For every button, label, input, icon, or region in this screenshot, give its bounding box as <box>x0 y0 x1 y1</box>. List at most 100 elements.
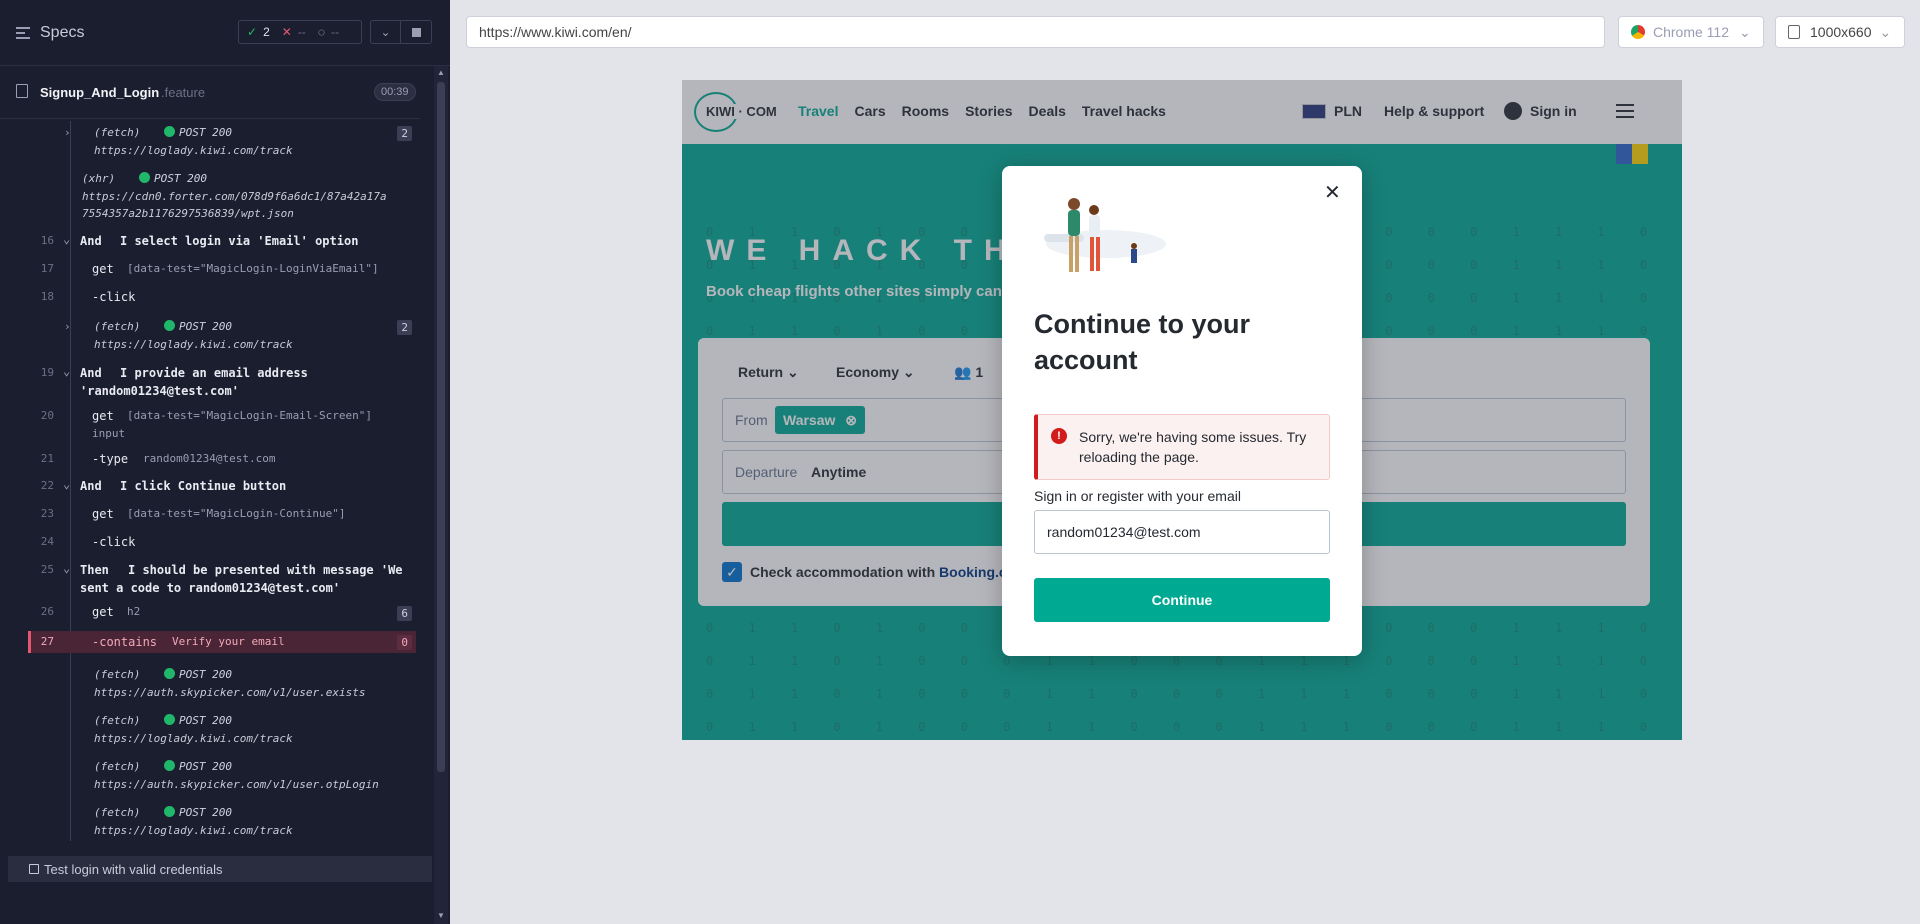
fetch-kind: (fetch) <box>94 806 141 819</box>
command-row-26[interactable]: 26 get h2 6 <box>28 602 416 624</box>
fetch-kind: (fetch) <box>94 760 141 773</box>
fetch-count: 2 <box>397 320 412 335</box>
email-input[interactable]: random01234@test.com <box>1034 510 1330 554</box>
step-keyword: And <box>80 479 102 493</box>
pending-count: -- <box>330 25 339 39</box>
check-icon: ✓ <box>247 25 258 39</box>
fetch-method: POST 200 <box>179 806 232 819</box>
fetch-url: https://auth.skypicker.com/v1/user.otpLo… <box>94 778 379 791</box>
step-text: I provide an email address <box>120 366 308 380</box>
close-icon[interactable]: ✕ <box>1324 180 1341 205</box>
step-text-line2: sent a code to random01234@test.com' <box>80 581 341 595</box>
line-number: 16 <box>40 234 54 247</box>
scroll-down-arrow[interactable]: ▼ <box>437 911 445 920</box>
command-name: get <box>92 605 114 619</box>
line-number: 18 <box>40 290 54 303</box>
status-dot-icon <box>164 760 175 771</box>
command-row-18[interactable]: 18 -click <box>28 287 416 309</box>
fetch-kind: (fetch) <box>94 714 141 727</box>
line-number: 24 <box>40 535 54 548</box>
line-number: 23 <box>40 507 54 520</box>
step-row-19[interactable]: 19 ⌄ And I provide an email address 'ran… <box>28 363 416 399</box>
command-row-20[interactable]: 20 get [data-test="MagicLogin-Email-Scre… <box>28 406 416 444</box>
step-row-22[interactable]: 22 ⌄ And I click Continue button <box>28 476 416 496</box>
fetch-count: 2 <box>397 126 412 141</box>
command-name: -contains <box>92 635 158 649</box>
specs-label[interactable]: Specs <box>40 24 84 42</box>
step-text-line2: 'random01234@test.com' <box>80 384 239 398</box>
login-modal: ✕ Continue to your account ! Sorry, we'r… <box>1002 166 1362 656</box>
command-name: get <box>92 507 114 521</box>
viewport-label: 1000x660 <box>1810 24 1872 40</box>
command-name: get <box>92 409 114 423</box>
status-dot-icon <box>164 126 175 137</box>
command-name: -click <box>92 290 136 304</box>
fetch-url: https://loglady.kiwi.com/track <box>94 824 293 837</box>
chevron-down-icon[interactable]: ⌄ <box>371 21 401 43</box>
command-row-24[interactable]: 24 -click <box>28 532 416 554</box>
browser-label: Chrome 112 <box>1653 24 1730 40</box>
spec-file-name: Signup_And_Login <box>40 85 160 100</box>
fetch-kind: (fetch) <box>94 320 141 333</box>
pending-icon: ◌ <box>317 25 325 39</box>
app-frame: KIWI · COM Travel Cars Rooms Stories Dea… <box>682 80 1682 740</box>
step-row-25[interactable]: 25 ⌄ Then I should be presented with mes… <box>28 560 416 596</box>
email-label: Sign in or register with your email <box>1034 488 1241 504</box>
command-row-27-failed[interactable]: 27 -contains Verify your email 0 <box>28 631 416 653</box>
chrome-icon <box>1631 25 1645 39</box>
viewport-selector[interactable]: 1000x660 ⌄ <box>1775 16 1905 48</box>
command-row-fetch[interactable]: (fetch) POST 200 https://loglady.kiwi.co… <box>28 803 416 843</box>
command-row-fetch[interactable]: (fetch) POST 200 https://auth.skypicker.… <box>28 665 416 705</box>
command-row-fetch[interactable]: › (fetch) POST 200 https://loglady.kiwi.… <box>28 123 416 163</box>
continue-button[interactable]: Continue <box>1034 578 1330 622</box>
xhr-url-line2: 7554357a2b1176297536839/wpt.json <box>82 207 294 220</box>
line-number: 26 <box>40 605 54 618</box>
fail-icon: ✕ <box>281 25 292 39</box>
command-row-23[interactable]: 23 get [data-test="MagicLogin-Continue"] <box>28 504 416 526</box>
chevron-down-icon[interactable]: ⌄ <box>63 232 70 246</box>
fetch-url: https://loglady.kiwi.com/track <box>94 338 293 351</box>
specs-menu-icon[interactable] <box>16 26 30 39</box>
runner-header: Specs ✓ 2 ✕ -- ◌ -- ⌄ <box>0 0 450 66</box>
url-bar[interactable]: https://www.kiwi.com/en/ <box>466 16 1605 48</box>
xhr-method: POST 200 <box>154 172 207 185</box>
command-row-17[interactable]: 17 get [data-test="MagicLogin-LoginViaEm… <box>28 259 416 281</box>
command-row-fetch[interactable]: › (fetch) POST 200 https://loglady.kiwi.… <box>28 317 416 357</box>
command-row-fetch[interactable]: (fetch) POST 200 https://auth.skypicker.… <box>28 757 416 797</box>
chevron-down-icon[interactable]: ⌄ <box>63 477 70 491</box>
fetch-url: https://loglady.kiwi.com/track <box>94 732 293 745</box>
command-row-fetch[interactable]: (fetch) POST 200 https://loglady.kiwi.co… <box>28 711 416 751</box>
chevron-down-icon[interactable]: ⌄ <box>63 364 70 378</box>
error-alert: ! Sorry, we're having some issues. Try r… <box>1034 414 1330 480</box>
checkbox-icon[interactable] <box>29 864 39 874</box>
travelers-illustration <box>1034 194 1174 284</box>
browser-selector[interactable]: Chrome 112 ⌄ <box>1618 16 1764 48</box>
command-log-scrollbar[interactable]: ▲ ▼ <box>434 66 448 924</box>
command-row-21[interactable]: 21 -type random01234@test.com <box>28 449 416 471</box>
error-message: Sorry, we're having some issues. Try rel… <box>1079 429 1307 465</box>
fetch-method: POST 200 <box>179 760 232 773</box>
step-keyword: And <box>80 366 102 380</box>
status-dot-icon <box>164 668 175 679</box>
line-number: 20 <box>40 409 54 422</box>
next-test-row[interactable]: Test login with valid credentials <box>8 856 432 882</box>
scrollbar-thumb[interactable] <box>437 82 445 772</box>
command-arg: [data-test="MagicLogin-Continue"] <box>127 507 346 520</box>
command-log: › (fetch) POST 200 https://loglady.kiwi.… <box>28 121 432 843</box>
step-text: I should be presented with message 'We <box>128 563 403 577</box>
line-number: 17 <box>40 262 54 275</box>
chevron-right-icon[interactable]: › <box>64 320 71 333</box>
chevron-down-icon[interactable]: ⌄ <box>63 561 70 575</box>
command-name: -type <box>92 452 129 466</box>
chevron-right-icon[interactable]: › <box>64 126 71 139</box>
runner-controls: ⌄ <box>370 20 432 44</box>
scroll-up-arrow[interactable]: ▲ <box>437 68 445 77</box>
line-number: 19 <box>40 366 54 379</box>
command-row-xhr[interactable]: (xhr) POST 200 https://cdn0.forter.com/0… <box>28 170 416 222</box>
line-number: 21 <box>40 452 54 465</box>
status-dot-icon <box>164 806 175 817</box>
spec-file-ext: .feature <box>161 85 206 100</box>
stop-icon[interactable] <box>401 21 431 43</box>
step-row-16[interactable]: 16 ⌄ And I select login via 'Email' opti… <box>28 231 416 251</box>
document-icon <box>16 84 28 98</box>
